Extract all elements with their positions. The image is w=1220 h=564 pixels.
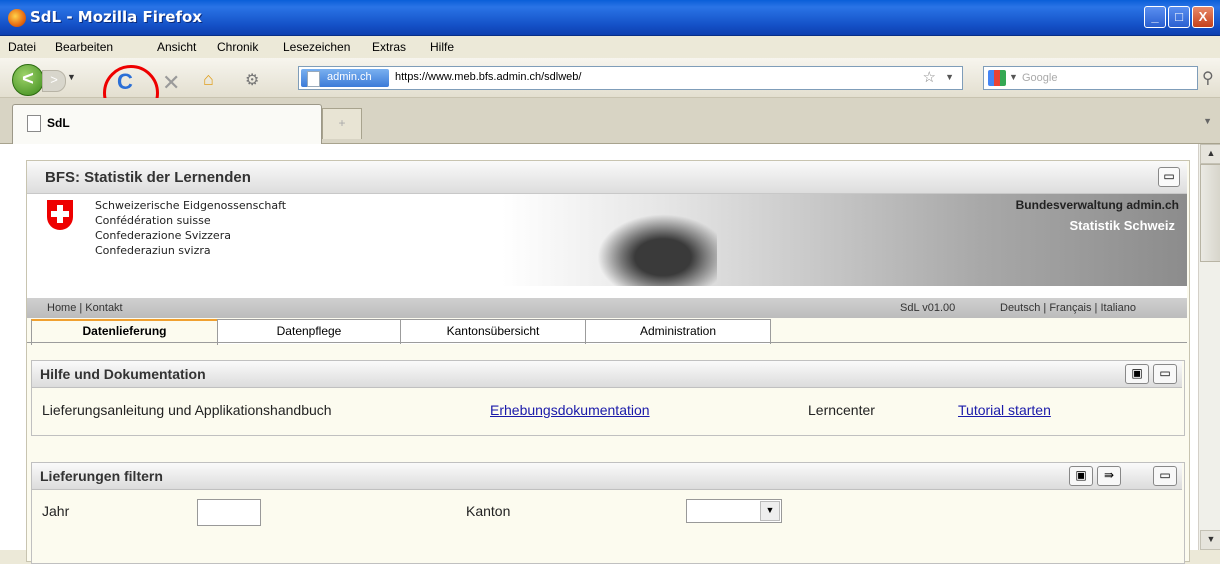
menu-chronik[interactable]: Chronik [217, 40, 258, 54]
site-identity-button[interactable]: admin.ch [301, 69, 389, 87]
filter-panel-header: Lieferungen filtern ▣ ⇛ ▭ [32, 463, 1182, 490]
bookmark-star-icon[interactable]: ☆ [923, 68, 936, 86]
scrollbar-thumb[interactable] [1200, 164, 1220, 262]
search-placeholder: Google [1022, 72, 1058, 84]
address-bar[interactable]: admin.ch https://www.meb.bfs.admin.ch/sd… [298, 66, 963, 90]
scroll-down-button[interactable]: ▼ [1200, 530, 1220, 550]
url-dropdown-icon[interactable]: ▼ [945, 72, 954, 82]
confed-it: Confederazione Svizzera [95, 229, 231, 242]
scroll-up-button[interactable]: ▲ [1200, 144, 1220, 164]
tab-label: SdL [47, 116, 70, 130]
version-label: SdL v01.00 [900, 302, 956, 314]
extension-icon[interactable]: ⚙ [245, 70, 259, 90]
history-dropdown-icon[interactable]: ▼ [67, 72, 76, 82]
camera-icon[interactable]: ▣ [1125, 364, 1149, 384]
search-input[interactable]: ▼ Google [983, 66, 1198, 90]
close-button[interactable]: X [1192, 6, 1214, 28]
menu-ansicht[interactable]: Ansicht [157, 40, 196, 54]
menu-extras[interactable]: Extras [372, 40, 406, 54]
search-magnifier-icon[interactable]: ⚲ [1202, 68, 1214, 88]
back-button[interactable]: < [12, 64, 44, 96]
camera-icon[interactable]: ▣ [1069, 466, 1093, 486]
canton-select[interactable]: ▼ [686, 499, 782, 523]
url-text[interactable]: https://www.meb.bfs.admin.ch/sdlweb/ [395, 71, 581, 83]
chevron-down-icon[interactable]: ▼ [760, 501, 780, 521]
help-panel-title: Hilfe und Dokumentation [40, 366, 206, 382]
erhebungsdokumentation-link[interactable]: Erhebungsdokumentation [490, 402, 650, 418]
window-titlebar[interactable]: SdL - Mozilla Firefox _ □ X [0, 0, 1220, 36]
info-strip: Home | Kontakt SdL v01.00 Deutsch | Fran… [27, 298, 1187, 318]
window-title: SdL - Mozilla Firefox [30, 8, 202, 26]
firefox-icon [8, 9, 26, 27]
vertical-scrollbar[interactable]: ▲ ▼ [1198, 144, 1220, 550]
tab-strip: SdL + ▼ [0, 98, 1220, 145]
canton-label: Kanton [466, 503, 511, 519]
confederation-banner: Bundesverwaltung admin.ch Statistik Schw… [27, 194, 1187, 298]
page-icon [27, 115, 41, 132]
help-panel-header: Hilfe und Dokumentation ▣ ▭ [32, 361, 1182, 388]
menu-bearbeiten[interactable]: Bearbeiten [55, 40, 113, 54]
tutorial-start-link[interactable]: Tutorial starten [958, 402, 1051, 418]
statistik-label: Statistik Schweiz [1069, 218, 1175, 233]
filter-panel: Lieferungen filtern ▣ ⇛ ▭ Jahr Kanton ▼ [31, 462, 1185, 564]
admin-label: Bundesverwaltung admin.ch [1015, 198, 1179, 212]
forward-button[interactable]: > [42, 70, 66, 92]
tab-administration[interactable]: Administration [585, 319, 771, 344]
home-button[interactable]: ⌂ [203, 69, 214, 90]
tab-baseline [27, 342, 1187, 343]
export-arrow-icon[interactable]: ⇛ [1097, 466, 1121, 486]
stop-button[interactable]: ✕ [162, 70, 180, 96]
menu-lesezeichen[interactable]: Lesezeichen [283, 40, 350, 54]
help-panel: Hilfe und Dokumentation ▣ ▭ Lieferungsan… [31, 360, 1185, 436]
maximize-button[interactable]: □ [1168, 6, 1190, 28]
panel-minimize-button[interactable]: ▭ [1153, 466, 1177, 486]
google-icon[interactable] [988, 70, 1006, 86]
search-engine-dropdown-icon[interactable]: ▼ [1009, 72, 1018, 82]
confed-rm: Confederaziun svizra [95, 244, 211, 257]
tab-kantonsuebersicht[interactable]: Kantonsübersicht [400, 319, 586, 344]
app-title: BFS: Statistik der Lernenden [45, 169, 251, 186]
new-tab-button[interactable]: + [322, 108, 362, 139]
panel-minimize-button[interactable]: ▭ [1153, 364, 1177, 384]
home-kontakt-links[interactable]: Home | Kontakt [47, 302, 123, 314]
site-identity-label: admin.ch [327, 71, 372, 83]
app-header: BFS: Statistik der Lernenden ▭ [27, 161, 1187, 194]
help-text-handbook: Lieferungsanleitung und Applikationshand… [42, 402, 332, 418]
confed-de: Schweizerische Eidgenossenschaft [95, 199, 287, 212]
help-text-lerncenter: Lerncenter [808, 402, 875, 418]
tab-list-dropdown-icon[interactable]: ▼ [1203, 116, 1212, 126]
menu-datei[interactable]: Datei [8, 40, 36, 54]
confederation-names: Schweizerische Eidgenossenschaft Confédé… [95, 198, 286, 258]
language-links[interactable]: Deutsch | Français | Italiano [1000, 302, 1136, 314]
swiss-flag-icon [47, 200, 73, 230]
tab-sdl[interactable]: SdL [12, 104, 322, 145]
menu-hilfe[interactable]: Hilfe [430, 40, 454, 54]
page-icon [307, 71, 320, 87]
year-label: Jahr [42, 503, 70, 519]
filter-panel-title: Lieferungen filtern [40, 468, 163, 484]
menu-bar: Datei Bearbeiten Ansicht Chronik Lesezei… [0, 36, 1220, 58]
tab-datenpflege[interactable]: Datenpflege [217, 319, 401, 344]
minimize-button[interactable]: _ [1144, 6, 1166, 28]
app-frame: BFS: Statistik der Lernenden ▭ Bundesver… [26, 160, 1190, 564]
page-content: BFS: Statistik der Lernenden ▭ Bundesver… [0, 144, 1198, 564]
confed-fr: Confédération suisse [95, 214, 211, 227]
photographer-image [597, 214, 717, 286]
year-input[interactable] [197, 499, 261, 526]
app-minimize-button[interactable]: ▭ [1158, 167, 1180, 187]
